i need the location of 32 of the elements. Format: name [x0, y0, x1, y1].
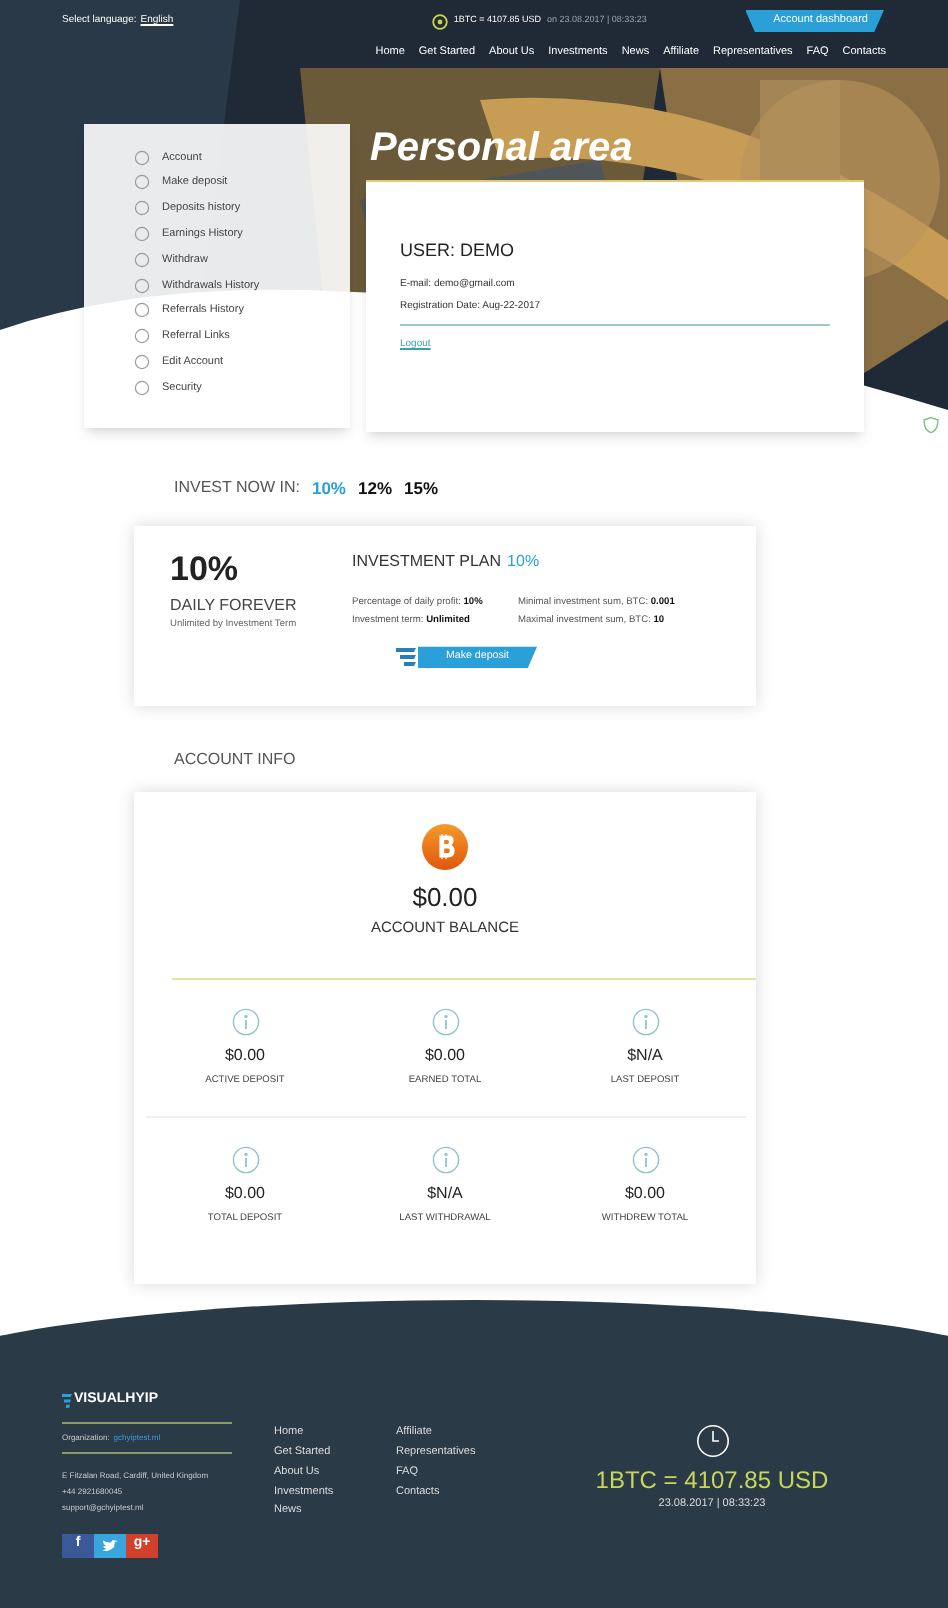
- stat-value: $N/A: [427, 1182, 463, 1207]
- plan-rate: 10%: [170, 550, 241, 590]
- section-heading: ACCOUNT INFO: [174, 748, 298, 770]
- rate-option[interactable]: 15%: [404, 475, 439, 501]
- info-icon: [431, 1146, 459, 1175]
- clock-icon: [695, 1424, 729, 1458]
- page-title: Personal area: [368, 124, 635, 174]
- info-icon: [631, 1008, 659, 1037]
- bitcoin-icon: [422, 824, 468, 870]
- stripes-icon: [396, 646, 418, 669]
- stripes-icon: [62, 1393, 72, 1408]
- balance-value: $0.00: [412, 882, 478, 914]
- info-icon: [431, 1008, 459, 1037]
- twitter-button[interactable]: [94, 1533, 126, 1557]
- coin-icon: [431, 13, 448, 29]
- invest-label: INVEST NOW IN:: [174, 476, 300, 500]
- plan-title: INVESTMENT PLAN: [352, 550, 502, 574]
- info-icon: [231, 1008, 259, 1037]
- plan-subtitle: DAILY FOREVER: [170, 594, 299, 618]
- bird-icon: [102, 1539, 118, 1551]
- stat-value: $0.00: [224, 1182, 266, 1207]
- plan-title-rate: 10%: [507, 550, 540, 574]
- shield-icon: [922, 416, 940, 434]
- stat-value: $0.00: [424, 1044, 466, 1069]
- info-icon: [231, 1146, 259, 1175]
- rate-option[interactable]: 12%: [357, 475, 392, 501]
- stat-value: $0.00: [624, 1182, 666, 1207]
- footer-rate: 1BTC = 4107.85 USD: [595, 1466, 829, 1494]
- stat-value: $N/A: [627, 1044, 663, 1069]
- info-icon: [631, 1146, 659, 1175]
- user-title: USER: DEMO: [400, 238, 517, 264]
- stat-value: $0.00: [224, 1044, 266, 1069]
